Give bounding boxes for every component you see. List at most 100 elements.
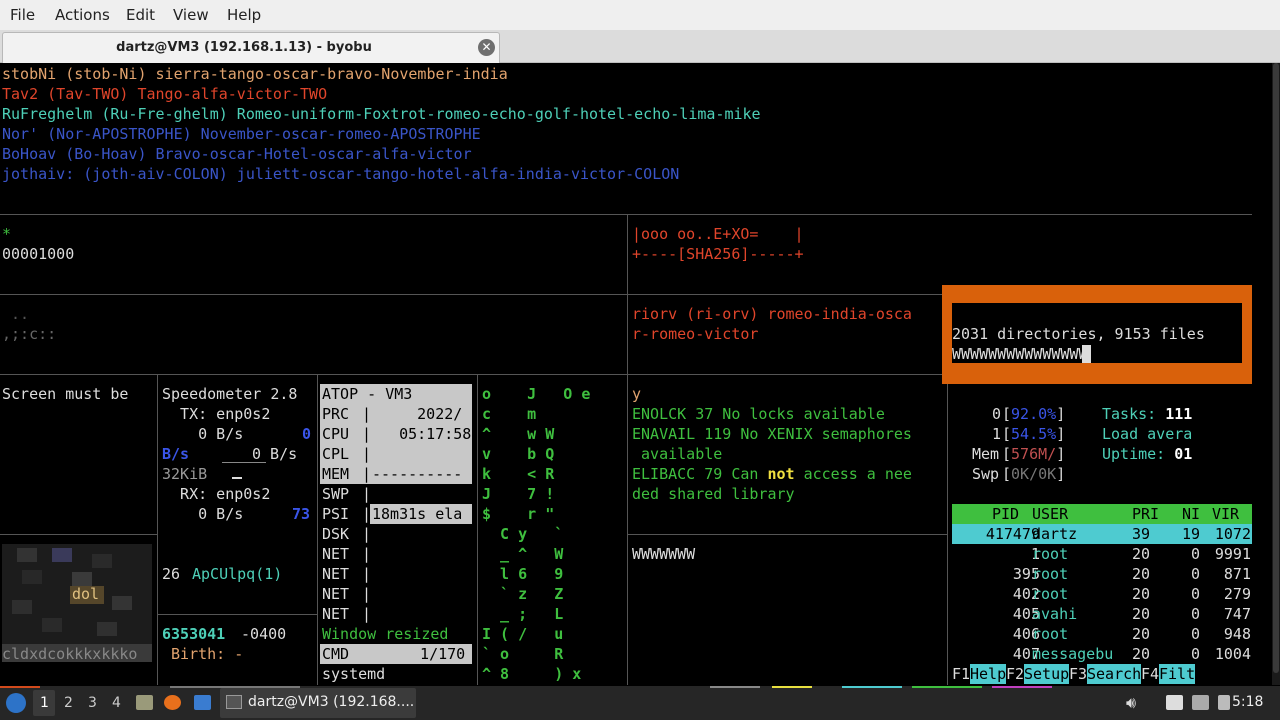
firefox-icon[interactable]	[164, 695, 181, 710]
process-user: root	[1032, 585, 1069, 603]
menu-actions[interactable]: Actions	[55, 6, 110, 24]
matrix-row: _ ; L	[482, 605, 591, 623]
close-icon[interactable]: ✕	[478, 39, 495, 56]
atop-row-key: NET	[322, 605, 350, 623]
column-virt[interactable]: VIR	[1212, 504, 1239, 524]
tab-title: dartz@VM3 (192.168.1.13) - byobu	[116, 40, 372, 55]
task-label: dartz@VM3 (192.168....	[248, 694, 415, 710]
mem-label: Mem	[972, 445, 1000, 463]
fkey-filt[interactable]: Filt	[1159, 664, 1195, 684]
tree-input[interactable]: WWWWWWWWWWWWWWW	[952, 344, 1087, 364]
scrollbar[interactable]	[1272, 63, 1280, 685]
column-user[interactable]: USER	[1032, 504, 1068, 524]
process-row[interactable]: 406 root 20 0 948	[952, 624, 1252, 644]
cmd-value: 1/170	[402, 645, 466, 663]
fkey-help[interactable]: Help	[970, 664, 1006, 684]
process-virt: 871	[1223, 565, 1251, 583]
matrix-row: _ ^ W	[482, 545, 591, 563]
scrollbar-thumb[interactable]	[1273, 63, 1279, 673]
task-terminal[interactable]: dartz@VM3 (192.168....	[220, 688, 416, 718]
rx-rate: 0 B/s	[162, 505, 244, 523]
pane-divider	[627, 534, 947, 535]
terminal-line: RuFreghelm (Ru-Fre-ghelm) Romeo-uniform-…	[2, 105, 761, 123]
fkey-search[interactable]: Search	[1087, 664, 1141, 684]
graph-line	[222, 462, 266, 463]
process-user: messagebu	[1032, 645, 1114, 663]
atop-row-sep: |	[362, 425, 372, 443]
clipboard-icon[interactable]	[1166, 695, 1183, 710]
column-pid[interactable]: PID	[992, 504, 1019, 524]
process-pri: 20	[1131, 605, 1150, 623]
phonetic-line: riorv (ri-orv) romeo-india-osca	[632, 305, 912, 323]
display-icon[interactable]	[1192, 695, 1209, 710]
dots-line: ..	[2, 305, 30, 323]
atop-row-value: 2022/	[372, 405, 463, 423]
process-user: root	[1032, 545, 1069, 563]
terminal-area[interactable]: stobNi (stob-Ni) sierra-tango-oscar-brav…	[0, 63, 1280, 685]
matrix-row: o J O e	[482, 385, 591, 403]
atop-row-sep: |	[362, 545, 372, 563]
atop-row-value: 18m31s ela	[372, 505, 463, 523]
process-pri: 20	[1131, 625, 1150, 643]
workspace-1[interactable]: 1	[40, 695, 49, 711]
volume-icon[interactable]: 🔊︎	[1126, 693, 1136, 713]
atop-process: systemd	[322, 665, 386, 683]
process-row[interactable]: 405 avahi 20 0 747	[952, 604, 1252, 624]
fkey-setup[interactable]: Setup	[1024, 664, 1069, 684]
atop-row-sep: |	[362, 505, 372, 523]
file-manager-icon[interactable]	[194, 695, 211, 710]
pane-divider	[157, 614, 317, 615]
errno-line: ENAVAIL 119 No XENIX semaphores	[632, 425, 912, 443]
workspace-4[interactable]: 4	[112, 695, 121, 711]
menu-help[interactable]: Help	[227, 6, 261, 24]
tx-rate: 0 B/s	[162, 425, 244, 443]
hex-marker: *	[2, 225, 12, 243]
phonetic-line: r-romeo-victor	[632, 325, 759, 343]
battery-icon[interactable]	[1218, 695, 1230, 710]
cpu0-label: 0	[992, 405, 1002, 423]
menu-view[interactable]: View	[173, 6, 209, 24]
show-desktop-icon[interactable]	[136, 695, 153, 710]
process-row[interactable]: 402 root 20 0 279	[952, 584, 1252, 604]
process-pri: 20	[1131, 565, 1150, 583]
pane-divider	[0, 294, 942, 295]
matrix-row: ` z Z	[482, 585, 591, 603]
swp-label: Swp	[972, 465, 1000, 483]
column-pri[interactable]: PRI	[1132, 504, 1159, 524]
swp-meter: [0K/0K]	[1002, 465, 1066, 483]
pane-divider	[477, 374, 478, 685]
atop-row-key: MEM	[322, 465, 350, 483]
process-ni: 0	[1190, 545, 1200, 563]
start-menu-icon[interactable]	[6, 693, 26, 713]
menu-file[interactable]: File	[10, 6, 35, 24]
workspace-3[interactable]: 3	[88, 695, 97, 711]
workspace-2[interactable]: 2	[64, 695, 73, 711]
terminal-line: Nor' (Nor-APOSTROPHE) November-oscar-rom…	[2, 125, 481, 143]
column-ni[interactable]: NI	[1182, 504, 1200, 524]
menu-edit[interactable]: Edit	[126, 6, 155, 24]
process-row[interactable]: 407 messagebu 20 0 1004	[952, 644, 1252, 664]
process-row[interactable]: 395 root 20 0 871	[952, 564, 1252, 584]
process-ni: 0	[1190, 645, 1200, 663]
atop-row-sep: |	[362, 405, 372, 423]
atop-row-sep: |	[362, 445, 372, 463]
process-user: dartz	[1032, 525, 1078, 543]
cpu1-label: 1	[992, 425, 1002, 443]
terminal-tab[interactable]: dartz@VM3 (192.168.1.13) - byobu ✕	[2, 32, 500, 63]
process-virt: 1004	[1214, 645, 1251, 663]
matrix-row: I ( / u	[482, 625, 591, 643]
atop-row-key: NET	[322, 565, 350, 583]
process-row[interactable]: 417479 dartz 39 19 1072	[952, 524, 1252, 544]
process-virt: 1072	[1214, 525, 1251, 543]
pixel-label: dol	[72, 585, 100, 603]
terminal-line: stobNi (stob-Ni) sierra-tango-oscar-brav…	[2, 65, 508, 83]
pixel-strip: cldxdcokkkxkkko	[2, 645, 138, 663]
tree-summary: 2031 directories, 9153 files	[952, 325, 1205, 343]
process-ni: 0	[1190, 565, 1200, 583]
atop-row-value: 05:17:58	[372, 425, 472, 443]
process-row[interactable]: 1 root 20 0 9991	[952, 544, 1252, 564]
process-pri: 20	[1131, 585, 1150, 603]
matrix-row: k < R	[482, 465, 591, 483]
errno-line: available	[632, 445, 723, 463]
atop-row-key: CPL	[322, 445, 350, 463]
